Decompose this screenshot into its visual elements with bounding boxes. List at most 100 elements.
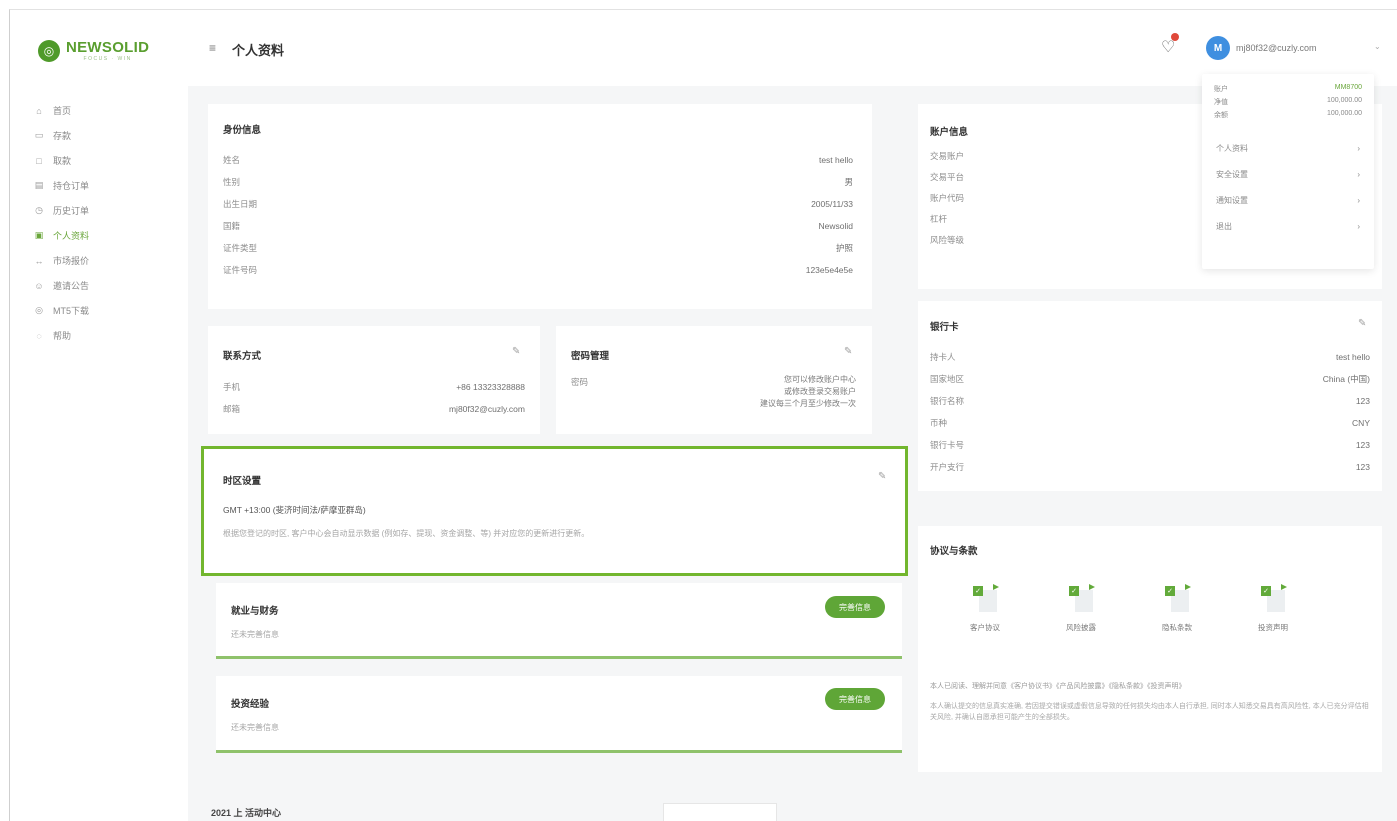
sidebar-item-invite[interactable]: ☺ 邀请公告 <box>32 273 182 298</box>
page-title: 个人资料 <box>232 43 285 58</box>
dropdown-menu-item[interactable]: 退出 › <box>1202 213 1374 239</box>
bank-value: China (中国) <box>1322 374 1370 384</box>
agreements-card: 协议与条款 ✓ 客户协议 ✓ 风险披露 ✓ 隐私条款 ✓ 投资声明 本人已阅读、理解并同意《客… <box>918 526 1382 772</box>
user-avatar[interactable]: M <box>1206 36 1230 60</box>
edit-timezone-icon[interactable]: ✎ <box>878 471 886 482</box>
password-key: 密码 <box>571 377 589 387</box>
hamburger-menu-icon[interactable]: ≡ <box>209 41 216 55</box>
complete-employment-button[interactable]: 完善信息 <box>825 596 885 618</box>
bank-row: 币种 CNY <box>930 412 1370 434</box>
history-order-icon: ◷ <box>35 205 43 215</box>
identity-label: 姓名 <box>223 155 241 165</box>
dropdown-menu-item[interactable]: 个人资料 › <box>1202 135 1374 161</box>
sidebar-item-withdraw[interactable]: □ 取款 <box>32 148 182 173</box>
agreement-document[interactable]: ✓ 投资声明 <box>1248 584 1298 633</box>
agreement-disclaimer: 本人确认提交的信息真实准确, 若因提交错误或虚假信息导致的任何损失均由本人自行承… <box>930 703 1369 721</box>
account-info-label: 账户代码 <box>930 193 965 203</box>
sidebar-item-label: 持仓订单 <box>53 181 90 191</box>
agreement-document[interactable]: ✓ 客户协议 <box>960 584 1010 633</box>
sidebar-item-home[interactable]: ⌂ 首页 <box>32 98 182 123</box>
app-window: ◎ NEWSOLID FOCUS · WIN ⌂ 首页 ▭ 存款 □ 取款 ▤ 持仓订单 ◷ 历史… <box>9 9 1397 821</box>
agreement-document[interactable]: ✓ 风险披露 <box>1056 584 1106 633</box>
sidebar: ◎ NEWSOLID FOCUS · WIN ⌂ 首页 ▭ 存款 □ 取款 ▤ 持仓订单 ◷ 历史… <box>10 10 188 821</box>
investment-progress-line <box>216 750 902 753</box>
bank-row: 国家地区 China (中国) <box>930 368 1370 390</box>
contact-row: 手机 +86 13323328888 <box>223 376 525 398</box>
bank-row: 持卡人 test hello <box>930 346 1370 368</box>
identity-label: 出生日期 <box>223 199 258 209</box>
timezone-card: 时区设置 ✎ GMT +13:00 (斐济时间法/萨摩亚群岛) 根据您登记的时区… <box>201 446 908 576</box>
edit-bank-icon[interactable]: ✎ <box>1358 318 1366 329</box>
identity-value: 男 <box>844 177 853 187</box>
sidebar-item-deposit[interactable]: ▭ 存款 <box>32 123 182 148</box>
password-hint-line: 建议每三个月至少修改一次 <box>760 399 856 408</box>
sidebar-item-label: 邀请公告 <box>53 281 90 291</box>
bank-label: 币种 <box>930 418 948 428</box>
dropdown-item-label: 通知设置 <box>1216 195 1248 205</box>
agreement-document[interactable]: ✓ 隐私条款 <box>1152 584 1202 633</box>
dropdown-item-label: 退出 <box>1216 221 1232 231</box>
sidebar-item-label: 取款 <box>53 156 72 166</box>
identity-label: 证件类型 <box>223 243 258 253</box>
investment-placeholder: 还未完善信息 <box>231 723 279 732</box>
bank-value: CNY <box>1352 418 1370 428</box>
sidebar-item-market[interactable]: ↔ 市场报价 <box>32 248 182 273</box>
bank-label: 银行卡号 <box>930 440 965 450</box>
bank-title: 银行卡 <box>930 322 959 333</box>
document-icon: ✓ <box>1161 584 1193 612</box>
bank-card: 银行卡 ✎ 持卡人 test hello 国家地区 China (中国) 银行名称 123… <box>918 301 1382 491</box>
timezone-note: 根据您登记的时区, 客户中心会自动显示数据 (例如存、提现、资金调整、等) 并对… <box>223 529 590 538</box>
market-icon: ↔ <box>34 255 44 266</box>
balance-value: MM8700 <box>1334 84 1362 91</box>
bank-label: 国家地区 <box>930 374 965 384</box>
document-icon: ✓ <box>1257 584 1289 612</box>
bank-value: 123 <box>1355 462 1370 472</box>
edit-contact-icon[interactable]: ✎ <box>512 346 520 357</box>
bank-label: 持卡人 <box>930 352 956 362</box>
identity-value: Newsolid <box>818 221 854 231</box>
identity-row: 证件类型 护照 <box>223 237 853 259</box>
balance-label: 余额 <box>1214 112 1228 119</box>
password-title: 密码管理 <box>571 351 610 362</box>
dropdown-item-label: 个人资料 <box>1216 143 1248 153</box>
complete-investment-button[interactable]: 完善信息 <box>825 688 885 710</box>
pending-order-icon: ▤ <box>34 180 44 190</box>
dropdown-item-label: 安全设置 <box>1216 169 1248 179</box>
sidebar-item-help[interactable]: ◌ 帮助 <box>32 323 182 348</box>
investment-card: 投资经验 完善信息 还未完善信息 <box>216 676 902 753</box>
newsolid-logo-icon: ◎ <box>38 40 60 62</box>
identity-label: 国籍 <box>223 221 241 231</box>
profile-icon: ▣ <box>34 230 44 240</box>
contact-label: 邮箱 <box>223 404 241 414</box>
dropdown-menu-item[interactable]: 通知设置 › <box>1202 187 1374 213</box>
sidebar-item-profile[interactable]: ▣ 个人资料 <box>32 223 182 248</box>
sidebar-nav: ⌂ 首页 ▭ 存款 □ 取款 ▤ 持仓订单 ◷ 历史订单 ▣ 个人资料 ↔ 市场报价 ☺ 邀请公告 ◎ MT5下载… <box>32 98 182 348</box>
sidebar-item-history-order[interactable]: ◷ 历史订单 <box>32 198 182 223</box>
document-label: 隐私条款 <box>1162 623 1192 632</box>
identity-label: 性别 <box>223 177 241 187</box>
agreement-consent-line: 本人已阅读、理解并同意《客户协议书》《产品风险披露》《隐私条款》《投资声明》 <box>930 683 1186 690</box>
dropdown-menu-item[interactable]: 安全设置 › <box>1202 161 1374 187</box>
account-info-label: 杠杆 <box>930 214 948 224</box>
identity-row: 性别 男 <box>223 171 853 193</box>
brand-logo[interactable]: ◎ NEWSOLID FOCUS · WIN <box>38 40 149 62</box>
bank-label: 银行名称 <box>930 396 965 406</box>
bank-row: 银行卡号 123 <box>930 434 1370 456</box>
balance-label: 账户 <box>1214 86 1228 93</box>
bank-value: test hello <box>1335 352 1370 362</box>
sidebar-item-mt5-download[interactable]: ◎ MT5下载 <box>32 298 182 323</box>
bank-row: 开户支行 123 <box>930 456 1370 478</box>
sidebar-item-label: 首页 <box>53 106 72 116</box>
chevron-right-icon: › <box>1357 169 1360 179</box>
identity-title: 身份信息 <box>223 125 262 136</box>
withdraw-icon: □ <box>36 155 42 166</box>
help-icon: ◌ <box>36 330 42 341</box>
edit-password-icon[interactable]: ✎ <box>844 346 852 357</box>
identity-value: 2005/11/33 <box>811 199 853 209</box>
bank-label: 开户支行 <box>930 462 965 472</box>
document-label: 风险披露 <box>1066 623 1096 632</box>
user-email[interactable]: mj80f32@cuzly.com <box>1236 43 1317 53</box>
sidebar-item-pending-order[interactable]: ▤ 持仓订单 <box>32 173 182 198</box>
chevron-down-icon[interactable]: ⌄ <box>1374 42 1381 51</box>
sidebar-item-label: 存款 <box>53 131 72 141</box>
